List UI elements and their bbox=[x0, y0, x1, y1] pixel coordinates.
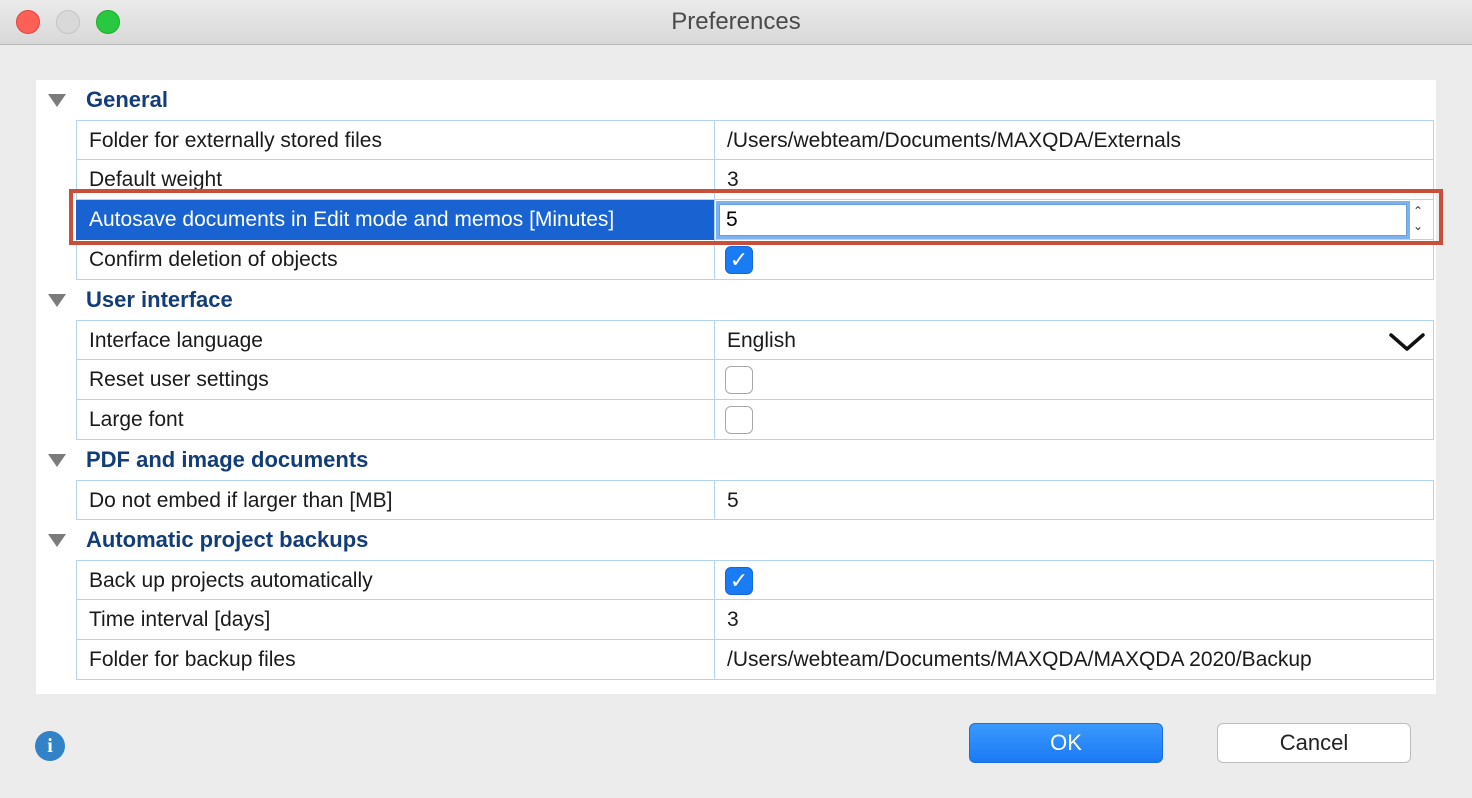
row-externals-folder[interactable]: Folder for externally stored files /User… bbox=[76, 120, 1434, 160]
section-general[interactable]: General bbox=[36, 80, 1436, 120]
row-label: Reset user settings bbox=[89, 368, 269, 391]
row-label: Confirm deletion of objects bbox=[89, 248, 338, 271]
section-label: Automatic project backups bbox=[86, 527, 369, 552]
info-icon[interactable]: i bbox=[35, 731, 65, 761]
row-embed-limit[interactable]: Do not embed if larger than [MB] 5 bbox=[76, 480, 1434, 520]
autosave-stepper[interactable]: ⌃ ⌄ bbox=[1409, 204, 1427, 236]
section-label: User interface bbox=[86, 287, 233, 312]
externals-folder-value[interactable]: /Users/webteam/Documents/MAXQDA/External… bbox=[727, 129, 1181, 153]
disclosure-triangle-icon[interactable] bbox=[48, 94, 66, 107]
chevron-down-icon[interactable] bbox=[1389, 323, 1425, 359]
language-select[interactable]: English bbox=[714, 320, 1434, 360]
title-bar: Preferences bbox=[0, 0, 1472, 45]
section-label: General bbox=[86, 87, 168, 112]
row-autosave[interactable]: Autosave documents in Edit mode and memo… bbox=[76, 200, 1434, 240]
language-value[interactable]: English bbox=[727, 329, 796, 353]
row-label: Folder for backup files bbox=[89, 648, 296, 671]
time-interval-value[interactable]: 3 bbox=[727, 608, 739, 632]
disclosure-triangle-icon[interactable] bbox=[48, 294, 66, 307]
section-user-interface[interactable]: User interface bbox=[36, 280, 1436, 320]
section-backups[interactable]: Automatic project backups bbox=[36, 520, 1436, 560]
row-default-weight[interactable]: Default weight 3 bbox=[76, 160, 1434, 200]
window-title: Preferences bbox=[671, 8, 801, 35]
cancel-button[interactable]: Cancel bbox=[1217, 723, 1411, 763]
row-reset-settings[interactable]: Reset user settings bbox=[76, 360, 1434, 400]
row-label: Interface language bbox=[89, 329, 263, 352]
section-label: PDF and image documents bbox=[86, 447, 369, 472]
autosave-minutes-input[interactable] bbox=[719, 204, 1407, 236]
row-label: Time interval [days] bbox=[89, 608, 271, 631]
stepper-down-icon[interactable]: ⌄ bbox=[1409, 219, 1427, 234]
row-label: Folder for externally stored files bbox=[89, 129, 382, 152]
row-confirm-deletion[interactable]: Confirm deletion of objects ✓ bbox=[76, 240, 1434, 280]
row-interface-language[interactable]: Interface language English bbox=[76, 320, 1434, 360]
row-large-font[interactable]: Large font bbox=[76, 400, 1434, 440]
row-label: Large font bbox=[89, 408, 184, 431]
row-backup-auto[interactable]: Back up projects automatically ✓ bbox=[76, 560, 1434, 600]
row-label: Do not embed if larger than [MB] bbox=[89, 489, 393, 512]
confirm-deletion-checkbox[interactable]: ✓ bbox=[725, 246, 753, 274]
disclosure-triangle-icon[interactable] bbox=[48, 454, 66, 467]
stepper-up-icon[interactable]: ⌃ bbox=[1409, 204, 1427, 219]
row-time-interval[interactable]: Time interval [days] 3 bbox=[76, 600, 1434, 640]
large-font-checkbox[interactable] bbox=[725, 406, 753, 434]
embed-limit-value[interactable]: 5 bbox=[727, 489, 739, 513]
row-label: Back up projects automatically bbox=[89, 569, 373, 592]
row-label: Autosave documents in Edit mode and memo… bbox=[89, 208, 615, 231]
row-backup-folder[interactable]: Folder for backup files /Users/webteam/D… bbox=[76, 640, 1434, 680]
backup-auto-checkbox[interactable]: ✓ bbox=[725, 567, 753, 595]
preferences-table: General Folder for externally stored fil… bbox=[36, 80, 1436, 694]
disclosure-triangle-icon[interactable] bbox=[48, 534, 66, 547]
section-pdf-image[interactable]: PDF and image documents bbox=[36, 440, 1436, 480]
ok-button[interactable]: OK bbox=[969, 723, 1163, 763]
default-weight-value[interactable]: 3 bbox=[727, 168, 739, 192]
reset-settings-checkbox[interactable] bbox=[725, 366, 753, 394]
row-label: Default weight bbox=[89, 168, 223, 191]
backup-folder-value[interactable]: /Users/webteam/Documents/MAXQDA/MAXQDA 2… bbox=[727, 648, 1312, 672]
